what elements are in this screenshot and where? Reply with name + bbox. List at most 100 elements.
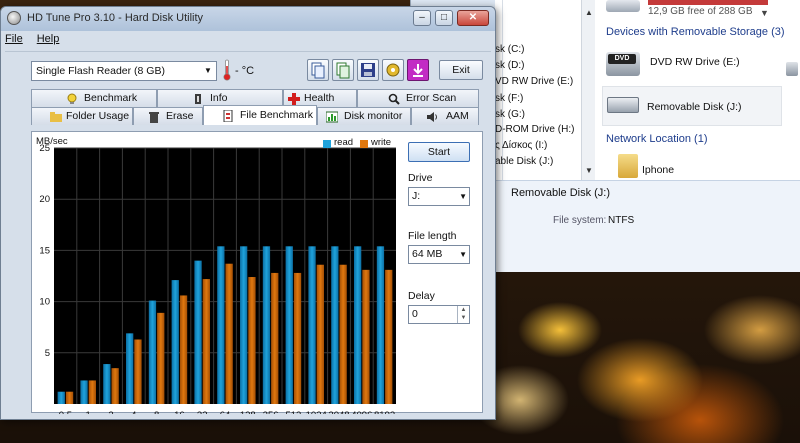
tools-icon <box>386 63 400 77</box>
bar-write-1024 <box>316 264 324 404</box>
legend-read-swatch <box>323 140 331 148</box>
folder-icon <box>50 112 62 122</box>
bar-read-128 <box>240 246 248 404</box>
save-button[interactable] <box>357 59 379 81</box>
trash-icon <box>149 112 159 123</box>
drive-letter-select[interactable]: J: ▼ <box>408 187 470 206</box>
download-arrow-icon <box>413 64 423 77</box>
app-disk-icon <box>7 11 21 25</box>
file-length-value: 64 MB <box>412 248 443 260</box>
tab-benchmark[interactable]: Benchmark <box>31 89 157 107</box>
nav-drive-i[interactable]: ς Δίσκος (I:) <box>495 140 547 151</box>
scroll-up-icon[interactable]: ▲ <box>585 8 593 17</box>
bar-read-8 <box>148 300 157 404</box>
window-title: HD Tune Pro 3.10 - Hard Disk Utility <box>27 12 204 24</box>
nav-drive-h[interactable]: D-ROM Drive (H:) <box>495 124 574 135</box>
spinner-arrows-icon[interactable]: ▲ ▼ <box>457 306 469 323</box>
dvd-drive-label: DVD RW Drive (E:) <box>650 56 740 68</box>
bar-read-32 <box>194 260 202 404</box>
menu-separator <box>5 51 491 52</box>
nav-drive-g[interactable]: sk (G:) <box>495 109 525 120</box>
exit-button[interactable]: Exit <box>439 60 483 80</box>
lightbulb-icon <box>67 93 77 104</box>
bar-write-32 <box>202 279 210 404</box>
tab-erase-label: Erase <box>166 110 194 122</box>
nav-drive-e[interactable]: VD RW Drive (E:) <box>495 76 573 87</box>
menu-file[interactable]: File <box>5 33 23 45</box>
bar-write-1 <box>88 380 96 404</box>
removable-disk-item[interactable]: Removable Disk (J:) <box>602 86 782 126</box>
tab-folder-usage[interactable]: Folder Usage <box>31 107 133 125</box>
tab-erase[interactable]: Erase <box>133 107 203 125</box>
removable-disk-label: Removable Disk (J:) <box>647 101 742 113</box>
tab-file-benchmark-label: File Benchmark <box>240 109 313 121</box>
nav-drive-f[interactable]: sk (F:) <box>495 93 523 104</box>
speaker-icon <box>427 112 437 122</box>
chevron-down-icon[interactable]: ▼ <box>200 62 216 80</box>
bar-read-2 <box>103 364 111 404</box>
bar-write-8 <box>157 312 165 404</box>
drive-dropdown[interactable]: Single Flash Reader (8 GB) ▼ <box>31 61 217 81</box>
x-tick-label: 1 <box>86 410 91 414</box>
title-bar[interactable]: HD Tune Pro 3.10 - Hard Disk Utility – □… <box>1 7 495 31</box>
details-fs-value: NTFS <box>608 215 635 226</box>
x-tick-label: 256 <box>263 410 279 414</box>
y-tick-label: 20 <box>39 194 50 205</box>
x-tick-label: 1024 <box>306 410 327 414</box>
close-button[interactable]: ✕ <box>457 10 489 26</box>
delay-spinner[interactable]: 0 ▲ ▼ <box>408 305 470 324</box>
tab-aam[interactable]: AAM <box>411 107 479 125</box>
legend-write-label: write <box>371 137 392 148</box>
menu-bar: File Help <box>5 33 73 49</box>
nav-drive-d[interactable]: sk (D:) <box>495 60 524 71</box>
bar-read-512 <box>285 246 293 404</box>
delay-label: Delay <box>408 290 435 302</box>
file-length-label: File length <box>408 230 457 242</box>
section-removable-storage[interactable]: Devices with Removable Storage (3) <box>606 26 785 38</box>
y-tick-label: 5 <box>45 348 50 359</box>
nav-drive-j[interactable]: able Disk (J:) <box>495 156 553 167</box>
tab-folder-usage-label: Folder Usage <box>66 110 130 122</box>
file-length-select[interactable]: 64 MB ▼ <box>408 245 470 264</box>
download-button[interactable] <box>407 59 429 81</box>
bar-read-4 <box>126 333 134 404</box>
x-tick-label: 512 <box>285 410 301 414</box>
chevron-down-icon[interactable]: ▼ <box>459 246 467 263</box>
scroll-down-icon[interactable]: ▼ <box>585 166 593 175</box>
maximize-button[interactable]: □ <box>435 10 453 26</box>
options-button[interactable] <box>382 59 404 81</box>
minimize-button[interactable]: – <box>413 10 431 26</box>
free-space-text: 12,9 GB free of 288 GB <box>648 6 753 17</box>
copy-icon <box>311 62 325 79</box>
network-item-label: Iphone <box>642 164 675 176</box>
x-tick-label: 32 <box>197 410 208 414</box>
removable-disk-icon <box>607 93 645 123</box>
tab-error-scan[interactable]: Error Scan <box>357 89 479 107</box>
start-button[interactable]: Start <box>408 142 470 162</box>
chevron-down-icon[interactable]: ▼ <box>459 188 467 205</box>
x-tick-label: 4096 <box>351 410 372 414</box>
menu-help[interactable]: Help <box>37 33 60 45</box>
section-network-location[interactable]: Network Location (1) <box>606 133 708 145</box>
tab-disk-monitor[interactable]: Disk monitor <box>317 107 411 125</box>
copy-info-button[interactable] <box>307 59 329 81</box>
bar-write-512 <box>293 272 302 404</box>
magnifier-icon <box>388 93 400 105</box>
collapse-chevron-icon[interactable]: ▼ <box>760 8 769 18</box>
x-tick-label: 2 <box>108 410 113 414</box>
copy-screenshot-button[interactable] <box>332 59 354 81</box>
tab-file-benchmark[interactable]: File Benchmark <box>203 105 317 125</box>
x-tick-label: 4 <box>131 410 136 414</box>
bar-write-2048 <box>339 264 347 404</box>
file-benchmark-icon <box>223 110 233 122</box>
bar-read-16 <box>171 280 179 404</box>
nav-scrollbar[interactable]: ▲ ▼ <box>581 0 595 180</box>
bar-read-2048 <box>331 246 339 404</box>
drive-dropdown-value: Single Flash Reader (8 GB) <box>36 65 165 77</box>
nav-drive-c[interactable]: sk (C:) <box>495 44 524 55</box>
legend-read-label: read <box>334 137 354 148</box>
y-tick-label: 25 <box>39 143 50 154</box>
hdtune-window: HD Tune Pro 3.10 - Hard Disk Utility – □… <box>0 6 496 420</box>
x-tick-label: 128 <box>240 410 256 414</box>
x-tick-label: 64 <box>220 410 231 414</box>
